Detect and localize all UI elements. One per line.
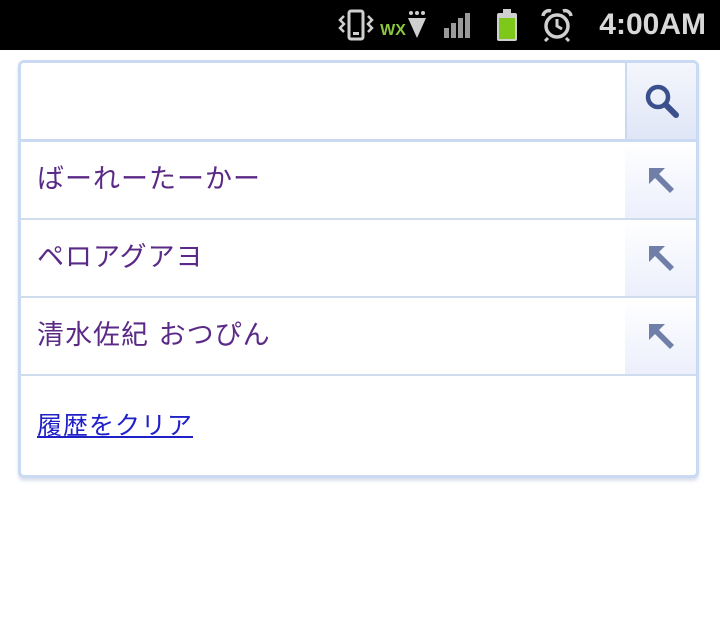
- suggestion-item[interactable]: 清水佐紀 おつぴん: [21, 298, 696, 376]
- battery-icon: [492, 0, 522, 50]
- arrow-up-left-icon: [648, 168, 674, 193]
- network-type-label: WX: [380, 22, 406, 39]
- status-bar: WX 4:00AM: [0, 0, 720, 50]
- clock-time: 4:00AM: [599, 8, 706, 41]
- clear-history-link[interactable]: 履歴をクリア: [37, 406, 193, 442]
- search-button[interactable]: [625, 63, 696, 139]
- search-input[interactable]: [21, 63, 625, 139]
- suggestion-item[interactable]: ばーれーたーかー: [21, 142, 696, 220]
- arrow-up-left-icon: [648, 246, 674, 271]
- suggestion-item[interactable]: ペロアグアヨ: [21, 220, 696, 298]
- suggestion-fill-button[interactable]: [625, 142, 696, 218]
- vibrate-icon: [336, 0, 376, 50]
- search-icon: [645, 84, 679, 118]
- suggestion-text[interactable]: ばーれーたーかー: [37, 142, 261, 218]
- suggestion-fill-button[interactable]: [625, 298, 696, 374]
- search-suggestion-panel: ばーれーたーかー ペロアグアヨ 清水佐紀 おつぴん 履歴をクリア: [18, 60, 699, 478]
- alarm-icon: [538, 0, 576, 50]
- search-bar: [21, 63, 696, 142]
- signal-icon: [440, 0, 474, 50]
- suggestion-text[interactable]: ペロアグアヨ: [37, 220, 204, 296]
- wifi-icon: WX: [380, 0, 428, 50]
- suggestion-fill-button[interactable]: [625, 220, 696, 296]
- arrow-up-left-icon: [648, 324, 674, 349]
- suggestion-text[interactable]: 清水佐紀 おつぴん: [37, 298, 271, 374]
